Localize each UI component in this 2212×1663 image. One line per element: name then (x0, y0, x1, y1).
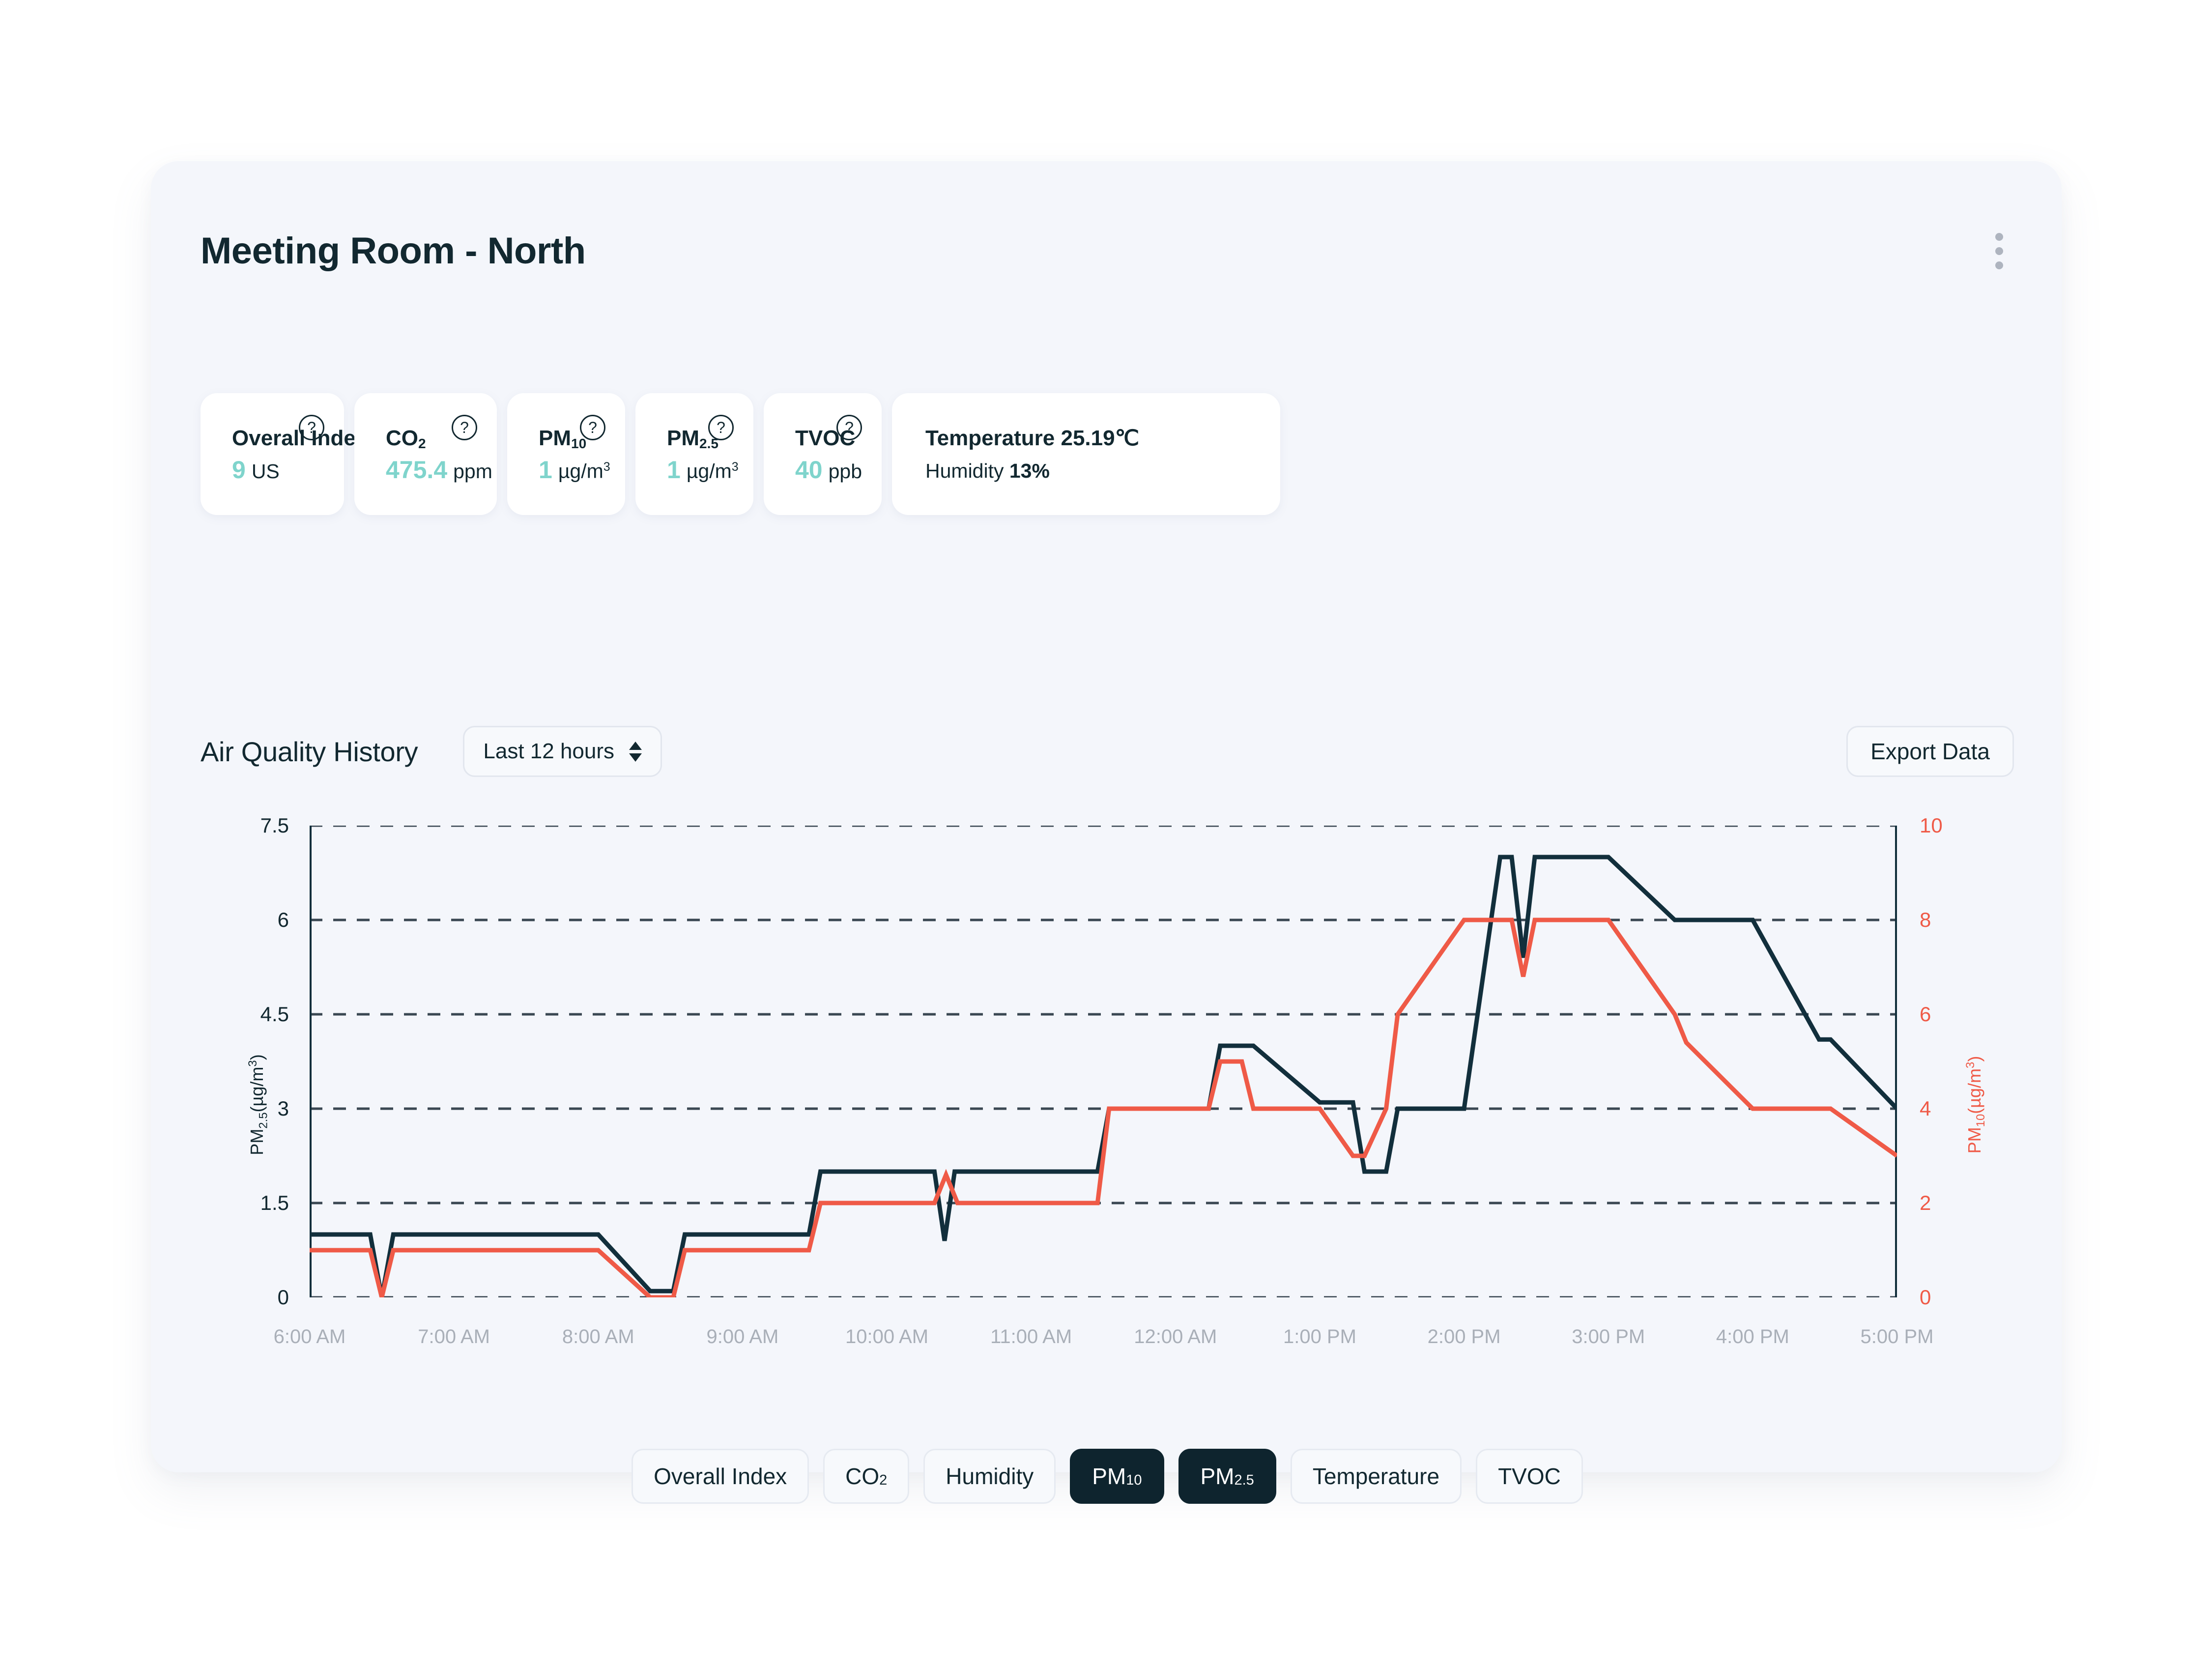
metric-value: 1 (539, 456, 552, 484)
dashboard-panel: Meeting Room - North ? Overall Index 9 U… (151, 161, 2062, 1504)
chart-legend: Overall Index CO 2 Humidity PM 10 PM 2.5 Tempera… (201, 1449, 2014, 1504)
legend-chip-subscript: 2.5 (1234, 1472, 1254, 1488)
temperature-readout: Temperature 25.19℃ (925, 426, 1140, 451)
legend-chip-label: PM (1092, 1463, 1126, 1489)
humidity-readout: Humidity 13% (925, 459, 1050, 482)
y-tick-left: 3 (277, 1097, 289, 1120)
x-tick: 6:00 AM (273, 1326, 346, 1348)
help-icon[interactable]: ? (836, 415, 862, 440)
kebab-menu-icon[interactable] (1984, 226, 2014, 276)
metric-value-row: 9 US (232, 458, 322, 482)
metric-value: 9 (232, 456, 246, 484)
metric-value-row: 1 µg/m3 (539, 456, 610, 484)
legend-chip-label: Overall Index (654, 1463, 787, 1489)
x-tick: 12:00 AM (1134, 1326, 1217, 1348)
legend-chip-pm2.5[interactable]: PM 2.5 (1178, 1449, 1276, 1504)
metric-unit: µg/m3 (686, 459, 739, 483)
x-tick: 2:00 PM (1427, 1326, 1501, 1348)
x-tick: 3:00 PM (1572, 1326, 1645, 1348)
kebab-dot (1995, 247, 2003, 255)
metric-card-pm10[interactable]: ? PM10 1 µg/m3 (507, 393, 625, 515)
legend-chip-subscript: 10 (1126, 1472, 1142, 1488)
metric-card-tvoc[interactable]: ? TVOC 40 ppb (764, 393, 882, 515)
y-tick-right: 8 (1920, 908, 1931, 931)
y-tick-right: 0 (1920, 1286, 1931, 1309)
y-tick-left: 0 (277, 1286, 289, 1309)
legend-chip-label: PM (1200, 1463, 1235, 1489)
time-range-select[interactable]: Last 12 hours (463, 726, 662, 777)
legend-chip-label: CO (845, 1463, 880, 1489)
export-data-button[interactable]: Export Data (1846, 726, 2014, 777)
x-tick: 8:00 AM (562, 1326, 634, 1348)
air-quality-chart: PM2.5(µg/m3) PM10(µg/m3) 0 1.5 3 4.5 6 7.5 02… (201, 815, 2014, 1395)
page-title: Meeting Room - North (201, 230, 586, 272)
metric-card-co2[interactable]: ? CO2 475.4 ppm (354, 393, 497, 515)
kebab-dot (1995, 261, 2003, 269)
kebab-dot (1995, 233, 2003, 241)
x-tick: 9:00 AM (706, 1326, 779, 1348)
x-tick: 11:00 AM (990, 1326, 1072, 1348)
metric-value: 40 (795, 456, 823, 484)
metric-value-row: 475.4 ppm (386, 456, 492, 484)
y-tick-left: 4.5 (260, 1003, 289, 1026)
y-tick-right: 10 (1920, 814, 1943, 837)
series-line-PM2.5 (310, 855, 1899, 1298)
metric-unit: ppm (453, 459, 492, 483)
legend-chip-overall-index[interactable]: Overall Index (632, 1449, 809, 1504)
metric-value-row: 1 µg/m3 (667, 456, 739, 484)
up-down-chevron-icon (629, 741, 642, 762)
y-tick-right: 2 (1920, 1191, 1931, 1214)
app-root: Meeting Room - North ? Overall Index 9 U… (0, 0, 2212, 1663)
metric-card-temperature-humidity[interactable]: Temperature 25.19℃ Humidity 13% (892, 393, 1280, 515)
legend-chip-subscript: 2 (879, 1472, 888, 1488)
y-tick-left: 1.5 (260, 1191, 289, 1214)
legend-chip-pm10[interactable]: PM 10 (1070, 1449, 1164, 1504)
legend-chip-tvoc[interactable]: TVOC (1476, 1449, 1583, 1504)
y-tick-left: 7.5 (260, 814, 289, 837)
x-tick: 1:00 PM (1283, 1326, 1356, 1348)
metric-cards: ? Overall Index 9 US ? CO2 475.4 ppm ? P… (201, 393, 1280, 515)
metric-unit: US (251, 459, 280, 483)
legend-chip-temperature[interactable]: Temperature (1290, 1449, 1462, 1504)
metric-value-row: 40 ppb (795, 456, 862, 484)
x-tick: 10:00 AM (845, 1326, 929, 1348)
header-row: Meeting Room - North (201, 224, 2014, 278)
time-range-value: Last 12 hours (483, 739, 615, 763)
x-tick: 7:00 AM (418, 1326, 490, 1348)
chart-plot-area (308, 824, 1899, 1300)
metric-card-overall-index[interactable]: ? Overall Index 9 US (201, 393, 368, 515)
metric-unit: ppb (828, 459, 862, 483)
y-tick-left: 6 (277, 908, 289, 931)
metric-value: 475.4 (386, 456, 448, 484)
chart-title: Air Quality History (201, 736, 418, 767)
chart-svg (308, 824, 1899, 1300)
help-icon[interactable]: ? (299, 415, 324, 440)
x-tick: 4:00 PM (1716, 1326, 1789, 1348)
x-tick: 5:00 PM (1860, 1326, 1934, 1348)
legend-chip-co2[interactable]: CO 2 (823, 1449, 910, 1504)
legend-chip-label: Temperature (1312, 1463, 1440, 1489)
legend-chip-label: TVOC (1498, 1463, 1561, 1489)
y-tick-right: 6 (1920, 1003, 1931, 1026)
legend-chip-humidity[interactable]: Humidity (923, 1449, 1056, 1504)
help-icon[interactable]: ? (452, 415, 477, 440)
legend-chip-label: Humidity (946, 1463, 1034, 1489)
y-tick-right: 4 (1920, 1097, 1931, 1120)
metric-value: 1 (667, 456, 681, 484)
chart-toolbar: Air Quality History Last 12 hours Export… (201, 724, 2014, 778)
metric-card-pm25[interactable]: ? PM2.5 1 µg/m3 (635, 393, 753, 515)
metric-unit: µg/m3 (558, 459, 610, 483)
